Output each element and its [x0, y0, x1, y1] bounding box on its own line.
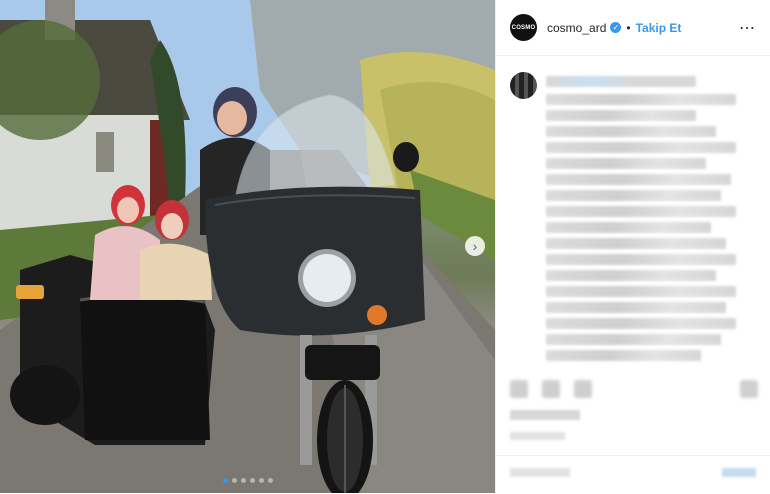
blurred-text-line	[546, 110, 696, 121]
carousel-dot	[231, 478, 237, 483]
photo-scene	[0, 0, 495, 493]
blurred-text-line	[546, 174, 731, 185]
comment-icon[interactable]	[542, 380, 560, 398]
save-icon[interactable]	[740, 380, 758, 398]
blurred-text-line	[546, 158, 706, 169]
blurred-text-line	[546, 190, 721, 201]
blurred-text-line	[546, 318, 736, 329]
post-date	[510, 432, 565, 440]
blurred-text-line	[546, 254, 736, 265]
blurred-text-line	[546, 76, 696, 87]
username-link[interactable]: cosmo_ard	[547, 21, 606, 35]
avatar[interactable]: COSMO	[510, 14, 537, 41]
comment-input[interactable]	[510, 468, 570, 477]
blurred-text-line	[546, 94, 736, 105]
carousel-dot	[258, 478, 264, 483]
carousel-dot	[267, 478, 273, 483]
carousel-dot	[249, 478, 255, 483]
post-comment-button[interactable]	[722, 468, 756, 477]
blurred-text-line	[546, 126, 716, 137]
blurred-text-line	[546, 334, 721, 345]
share-icon[interactable]	[574, 380, 592, 398]
commenter-avatar	[510, 72, 537, 99]
comment-bar	[496, 455, 770, 494]
instagram-post: › COSMO cosmo_ard ✓ • Takip Et ⋯	[0, 0, 770, 493]
follow-button[interactable]: Takip Et	[636, 21, 682, 35]
verified-badge-icon: ✓	[610, 22, 622, 33]
blurred-text-line	[546, 238, 726, 249]
blurred-text-line	[546, 142, 736, 153]
like-icon[interactable]	[510, 380, 528, 398]
likes-count[interactable]	[510, 410, 580, 420]
post-header: COSMO cosmo_ard ✓ • Takip Et ⋯	[496, 0, 770, 56]
post-actions	[510, 378, 758, 404]
post-side-panel: COSMO cosmo_ard ✓ • Takip Et ⋯	[495, 0, 770, 493]
carousel-dots	[0, 478, 495, 483]
blurred-text-line	[546, 270, 716, 281]
separator-dot: •	[626, 20, 631, 35]
carousel-dot	[222, 478, 228, 483]
next-photo-button[interactable]: ›	[465, 236, 485, 256]
more-options-icon[interactable]: ⋯	[739, 18, 756, 38]
post-photo[interactable]: ›	[0, 0, 495, 493]
blurred-text-line	[546, 206, 736, 217]
blurred-text-line	[546, 302, 726, 313]
blurred-text-line	[546, 222, 711, 233]
blurred-text-line	[546, 286, 736, 297]
carousel-dot	[240, 478, 246, 483]
blurred-text-line	[546, 350, 701, 361]
